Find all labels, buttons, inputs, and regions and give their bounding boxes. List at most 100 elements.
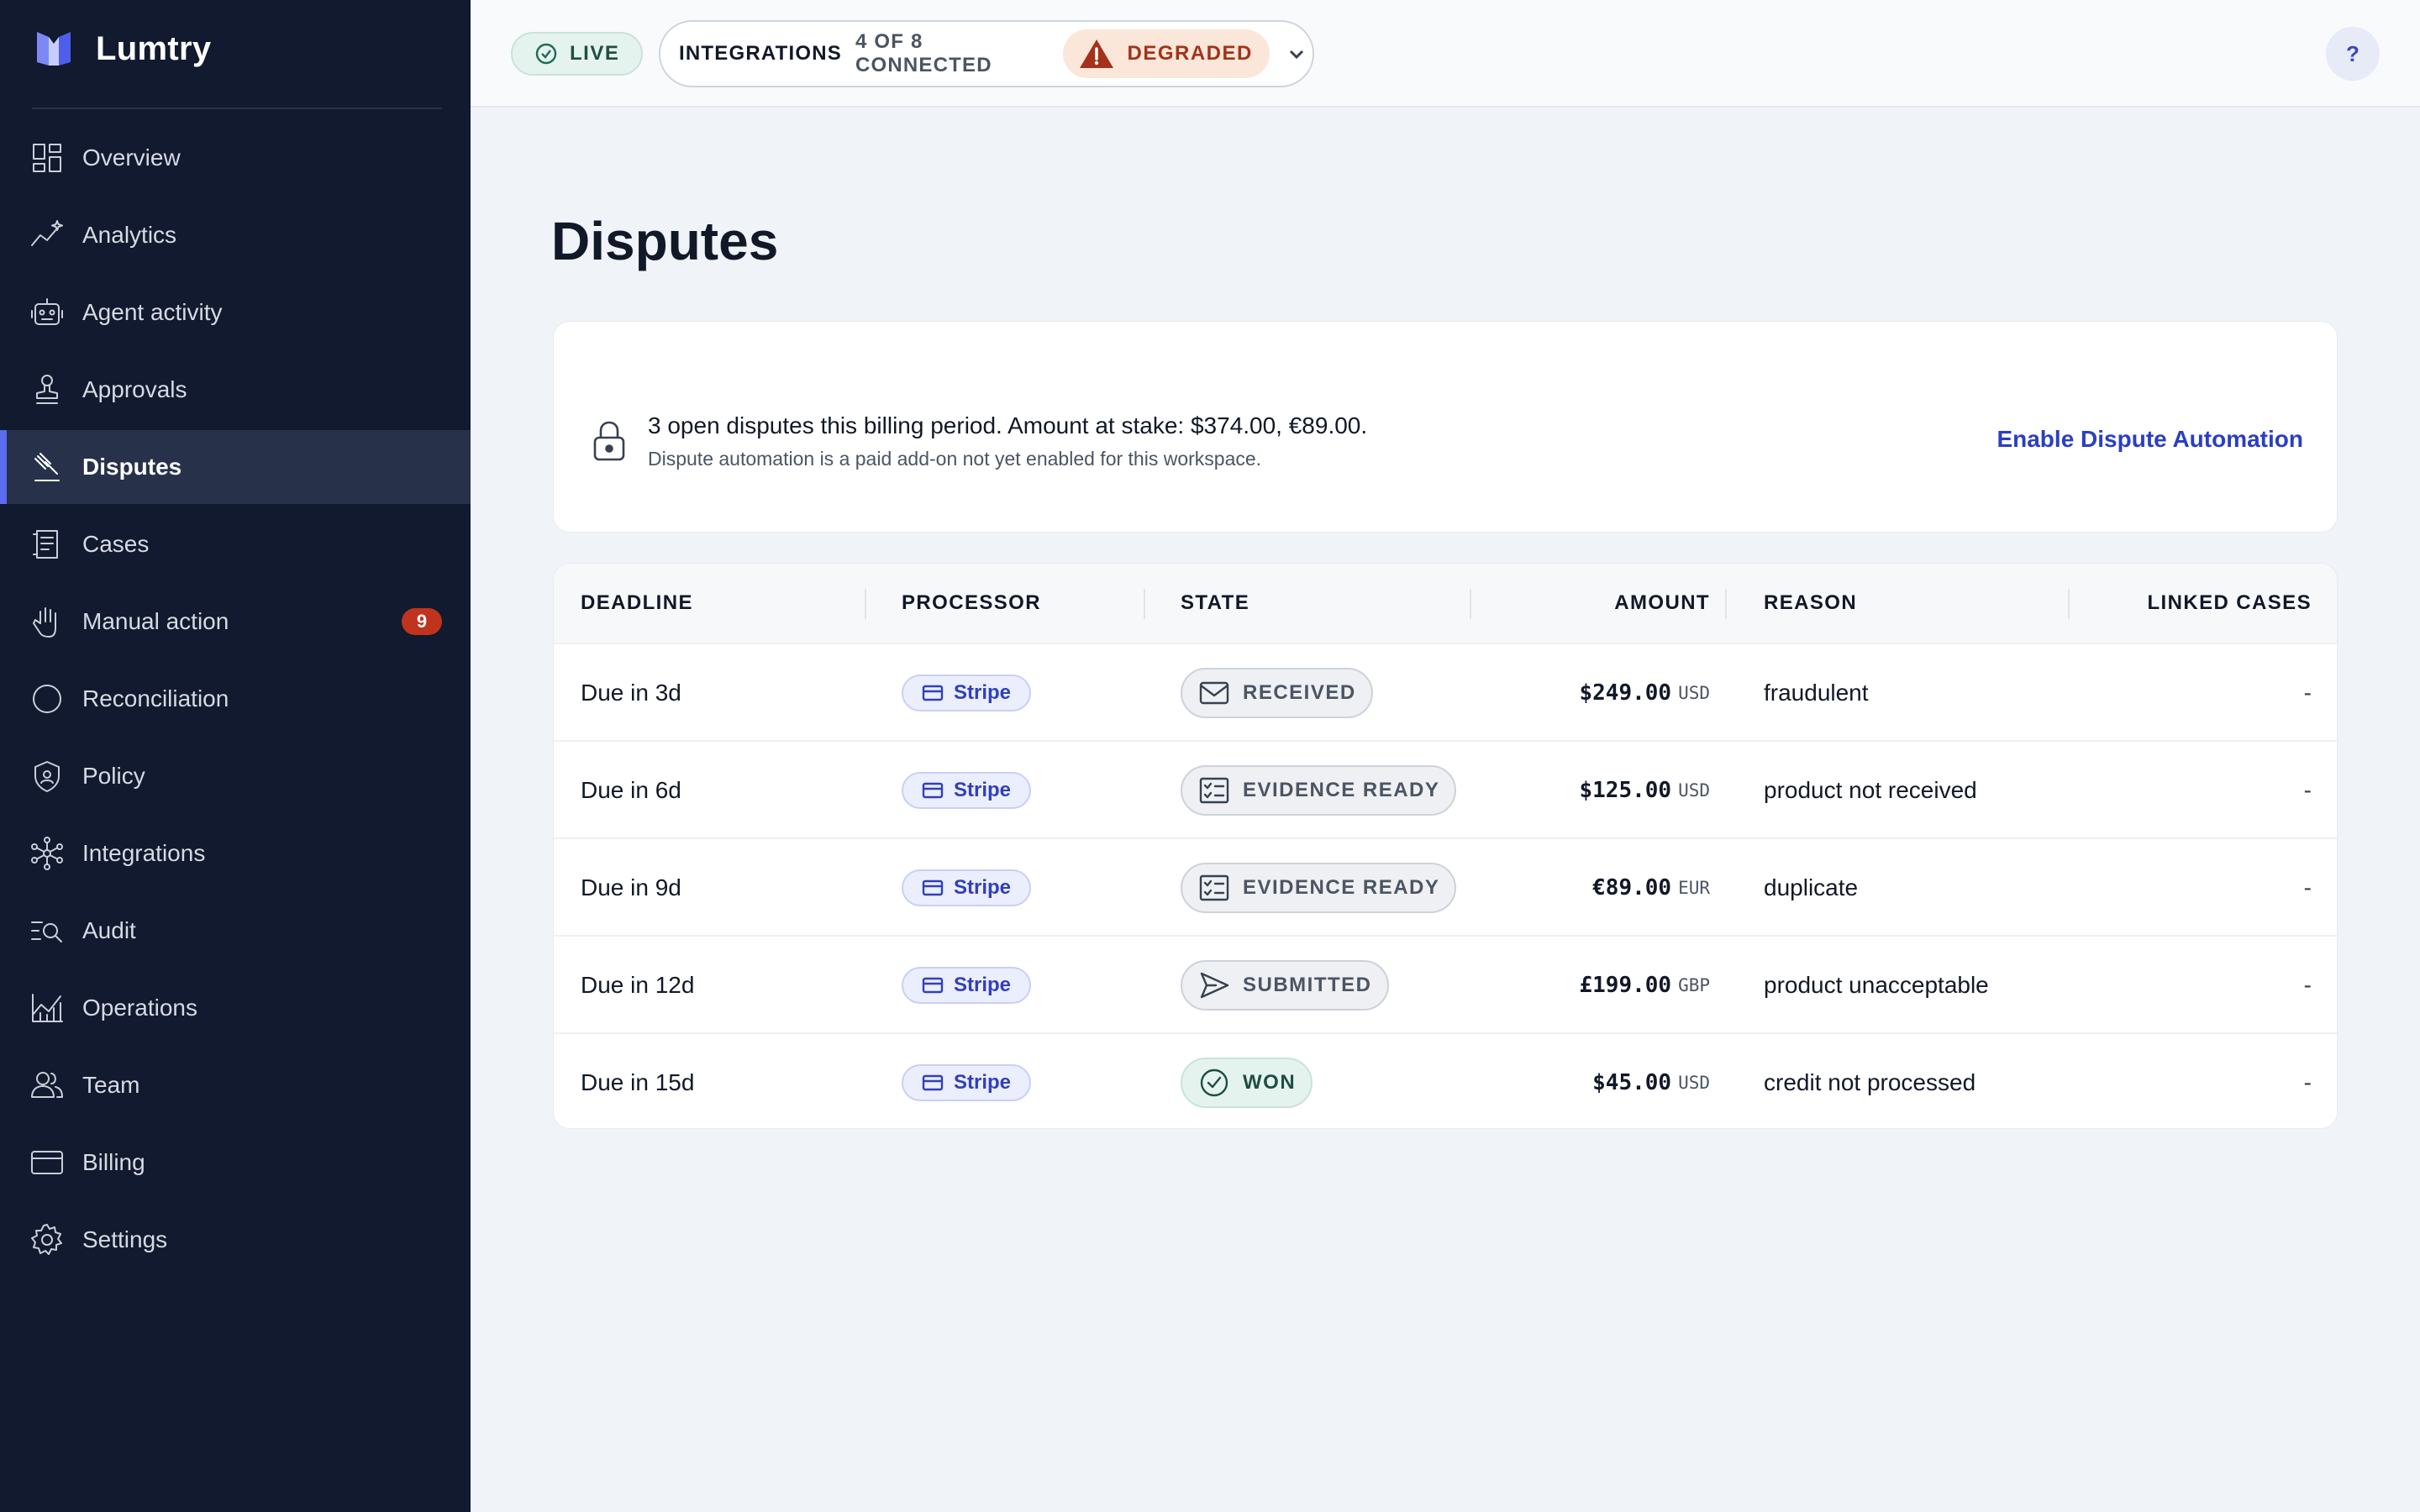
- card-icon: [922, 1074, 944, 1091]
- integrations-count: 4 OF 8 CONNECTED: [855, 30, 992, 76]
- processor-chip[interactable]: Stripe: [902, 675, 1032, 711]
- sidebar-item-agent-activity[interactable]: Agent activity: [0, 276, 471, 349]
- gavel-icon: [29, 449, 66, 486]
- sidebar-item-label: Audit: [82, 917, 136, 943]
- processor-label: Stripe: [954, 974, 1012, 996]
- table-row[interactable]: Due in 3d Stripe RECEIVED $249.00 USD fra…: [554, 643, 2337, 742]
- sidebar-item-billing[interactable]: Billing: [0, 1126, 471, 1200]
- table-row[interactable]: Due in 6d Stripe EVIDENCE READY $125.00 U…: [554, 740, 2337, 839]
- live-status-badge[interactable]: LIVE: [511, 32, 644, 76]
- checklist-icon: [1199, 874, 1229, 901]
- sidebar-item-label: Reconciliation: [82, 685, 229, 711]
- sidebar-item-integrations[interactable]: Integrations: [0, 816, 471, 890]
- card-icon: [922, 879, 944, 896]
- column-divider[interactable]: [1470, 589, 1471, 619]
- brand[interactable]: Lumtry: [32, 25, 211, 72]
- gear-icon: [29, 1221, 66, 1258]
- state-label: RECEIVED: [1243, 681, 1356, 704]
- linked-cases-cell: -: [2303, 680, 2312, 706]
- sidebar-item-label: Operations: [82, 995, 197, 1021]
- deadline-cell: Due in 12d: [581, 972, 695, 998]
- linked-cases-cell: -: [2303, 874, 2312, 900]
- linked-cases-cell: -: [2303, 1069, 2312, 1095]
- processor-label: Stripe: [954, 681, 1012, 704]
- reason-cell: credit not processed: [1764, 1069, 1976, 1095]
- state-chip: WON: [1181, 1058, 1313, 1108]
- chevron-down-icon: [1281, 37, 1313, 71]
- amount-currency: USD: [1678, 780, 1710, 801]
- check-circle-icon: [535, 43, 557, 65]
- amount-cell: $125.00 USD: [1579, 742, 1710, 839]
- sidebar-item-team[interactable]: Team: [0, 1048, 471, 1122]
- check-circle-icon: [1200, 1068, 1228, 1097]
- column-header-deadline[interactable]: DEADLINE: [581, 564, 693, 643]
- column-divider[interactable]: [865, 589, 866, 619]
- column-divider[interactable]: [1725, 589, 1727, 619]
- checklist-icon: [1199, 777, 1229, 804]
- processor-cell: Stripe: [902, 742, 1032, 839]
- card-icon: [922, 977, 944, 994]
- processor-chip[interactable]: Stripe: [902, 1064, 1032, 1101]
- processor-cell: Stripe: [902, 644, 1032, 742]
- warning-icon: [1080, 39, 1114, 68]
- table-row[interactable]: Due in 15d Stripe WON $45.00 USD credit n…: [554, 1032, 2337, 1128]
- amount-value: £199.00: [1579, 973, 1672, 998]
- sidebar-item-policy[interactable]: Policy: [0, 739, 471, 813]
- reason-cell: fraudulent: [1764, 680, 1869, 706]
- state-label: WON: [1243, 1071, 1297, 1094]
- sidebar-item-audit[interactable]: Audit: [0, 894, 471, 968]
- table-row[interactable]: Due in 12d Stripe SUBMITTED £199.00 GBP p…: [554, 935, 2337, 1034]
- column-header-linked-cases[interactable]: LINKED CASES: [2148, 564, 2312, 643]
- processor-chip[interactable]: Stripe: [902, 772, 1032, 809]
- sidebar-nav: Overview Analytics Agent activity Approv…: [0, 121, 471, 1280]
- sidebar-item-label: Overview: [82, 144, 181, 171]
- amount-cell: $45.00 USD: [1592, 1034, 1710, 1128]
- processor-chip[interactable]: Stripe: [902, 869, 1032, 906]
- sidebar-item-settings[interactable]: Settings: [0, 1203, 471, 1277]
- sidebar-item-label: Team: [82, 1072, 140, 1098]
- notice-summary: 3 open disputes this billing period. Amo…: [648, 412, 1368, 438]
- deadline-cell: Due in 3d: [581, 680, 681, 706]
- column-header-amount[interactable]: AMOUNT: [1614, 564, 1710, 643]
- table-row[interactable]: Due in 9d Stripe EVIDENCE READY €89.00 EU…: [554, 837, 2337, 935]
- help-button[interactable]: ?: [2326, 27, 2380, 81]
- sidebar-item-disputes[interactable]: Disputes: [0, 430, 471, 504]
- enable-dispute-automation-link[interactable]: Enable Dispute Automation: [1996, 426, 2303, 453]
- sidebar-item-reconciliation[interactable]: Reconciliation: [0, 662, 471, 736]
- column-divider[interactable]: [2068, 589, 2070, 619]
- sidebar-item-cases[interactable]: Cases: [0, 507, 471, 581]
- shield-icon: [29, 758, 66, 795]
- reason-cell: duplicate: [1764, 874, 1859, 900]
- state-chip: RECEIVED: [1181, 668, 1373, 718]
- column-header-state[interactable]: STATE: [1181, 564, 1249, 643]
- state-chip: EVIDENCE READY: [1181, 765, 1457, 816]
- lumtry-logo-icon: [32, 27, 76, 71]
- amount-currency: USD: [1678, 1073, 1710, 1093]
- dispute-automation-notice: 3 open disputes this billing period. Amo…: [553, 321, 2338, 533]
- sidebar-item-operations[interactable]: Operations: [0, 971, 471, 1045]
- sidebar-item-manual-action[interactable]: Manual action 9: [0, 585, 471, 659]
- circle-icon: [29, 680, 66, 717]
- reason-cell: product not received: [1764, 777, 1977, 803]
- column-divider[interactable]: [1144, 589, 1145, 619]
- amount-currency: USD: [1678, 683, 1710, 703]
- column-header-processor[interactable]: PROCESSOR: [902, 564, 1041, 643]
- column-header-reason[interactable]: REASON: [1764, 564, 1857, 643]
- sidebar-item-analytics[interactable]: Analytics: [0, 198, 471, 272]
- degraded-status-label: DEGRADED: [1127, 42, 1253, 65]
- state-cell: EVIDENCE READY: [1181, 742, 1457, 839]
- sidebar-item-label: Manual action: [82, 608, 229, 634]
- chart-icon: [29, 990, 66, 1026]
- amount-value: $45.00: [1592, 1070, 1672, 1095]
- amount-cell: $249.00 USD: [1579, 644, 1710, 742]
- state-cell: SUBMITTED: [1181, 937, 1389, 1034]
- integrations-status-dropdown[interactable]: INTEGRATIONS 4 OF 8 CONNECTED DEGRADED: [659, 20, 1314, 87]
- table-header: DEADLINE PROCESSOR STATE AMOUNT REASON L…: [554, 564, 2337, 643]
- sidebar-item-overview[interactable]: Overview: [0, 121, 471, 195]
- processor-chip[interactable]: Stripe: [902, 967, 1032, 1004]
- sidebar-item-label: Cases: [82, 531, 150, 557]
- sidebar-item-label: Agent activity: [82, 299, 223, 325]
- sidebar-item-label: Billing: [82, 1149, 145, 1175]
- sidebar-item-approvals[interactable]: Approvals: [0, 353, 471, 427]
- amount-cell: £199.00 GBP: [1579, 937, 1710, 1034]
